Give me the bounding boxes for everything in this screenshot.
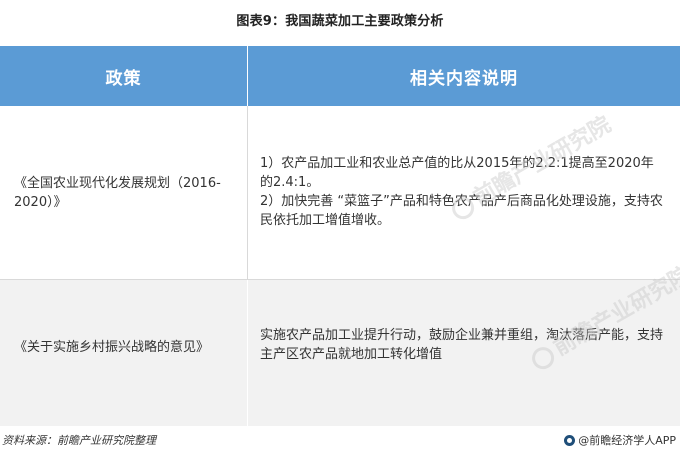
description-line: 2）加快完善 “菜篮子”产品和特色农产品产后商品化处理设施，支持农民依托加工增值…: [260, 194, 663, 228]
table-row: 《全国农业现代化发展规划（2016-2020）》 1）农产品加工业和农业总产值的…: [0, 106, 680, 280]
description-line: 1）农产品加工业和农业总产值的比从2015年的2.2:1提高至2020年的2.4…: [260, 156, 654, 190]
brand-logo-icon: [564, 434, 576, 446]
footer: 资料来源：前瞻产业研究院整理 @前瞻经济学人APP: [0, 430, 680, 450]
brand-credit: @前瞻经济学人APP: [564, 432, 676, 448]
description-cell: 1）农产品加工业和农业总产值的比从2015年的2.2:1提高至2020年的2.4…: [248, 106, 680, 279]
source-note: 资料来源：前瞻产业研究院整理: [2, 434, 156, 447]
policy-table: 政策 相关内容说明 《全国农业现代化发展规划（2016-2020）》 1）农产品…: [0, 46, 680, 426]
policy-cell: 《全国农业现代化发展规划（2016-2020）》: [0, 106, 248, 279]
brand-text: @前瞻经济学人APP: [578, 434, 676, 447]
description-cell: 实施农产品加工业提升行动，鼓励企业兼并重组，淘汰落后产能，支持主产区农产品就地加…: [248, 280, 680, 426]
header-policy: 政策: [0, 46, 248, 106]
policy-name: 《关于实施乡村振兴战略的意见》: [14, 340, 210, 355]
table-row: 《关于实施乡村振兴战略的意见》 实施农产品加工业提升行动，鼓励企业兼并重组，淘汰…: [0, 280, 680, 426]
header-description: 相关内容说明: [410, 68, 518, 89]
page-title: 图表9：我国蔬菜加工主要政策分析: [236, 14, 444, 29]
table-header-row: 政策 相关内容说明: [0, 46, 680, 106]
policy-name: 《全国农业现代化发展规划（2016-2020）》: [14, 175, 221, 210]
description-line: 实施农产品加工业提升行动，鼓励企业兼并重组，淘汰落后产能，支持主产区农产品就地加…: [260, 328, 664, 362]
policy-cell: 《关于实施乡村振兴战略的意见》: [0, 280, 248, 426]
